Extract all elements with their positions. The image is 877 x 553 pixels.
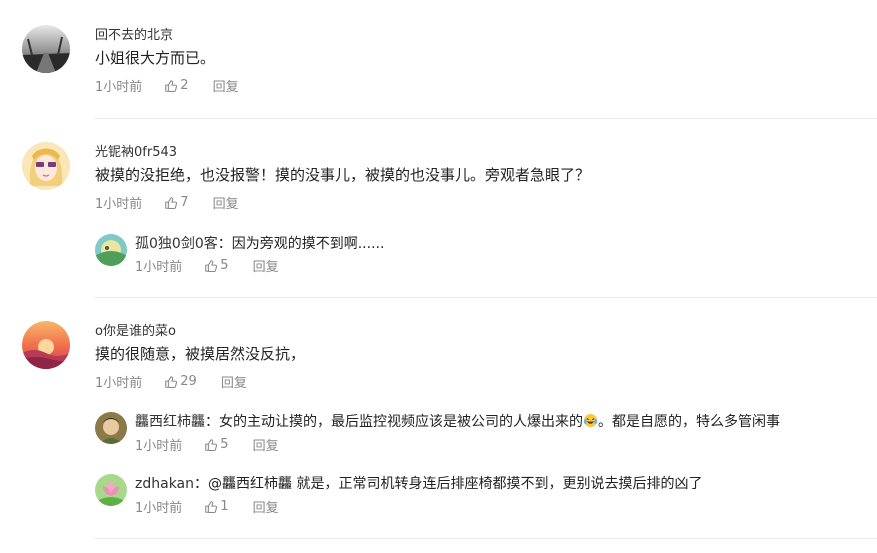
avatar-image [22, 321, 70, 369]
reply-line: 龘西红柿龘：女的主动让摸的，最后监控视频应该是被公司的人爆出来的 。都是自愿的，特… [135, 411, 780, 431]
like-count: 5 [220, 258, 229, 273]
comment-meta: 1小时前 2 回复 [95, 76, 239, 95]
like-button[interactable]: 1 [204, 499, 229, 514]
reply-meta: 1小时前 5 回复 [135, 256, 279, 275]
comment-text: 被摸的没拒绝，也没报警！摸的没事儿，被摸的也没事儿。旁观者急眼了？ [95, 166, 591, 184]
avatar-image [95, 474, 127, 506]
comment-time: 1小时前 [95, 376, 143, 391]
divider [94, 118, 877, 119]
like-button[interactable]: 5 [204, 437, 229, 452]
avatar[interactable] [22, 321, 70, 369]
like-button[interactable]: 7 [164, 195, 189, 210]
reply-separator: ： [205, 414, 219, 430]
reply-avatar[interactable] [95, 234, 127, 266]
reply-time: 1小时前 [135, 260, 183, 275]
reply-username[interactable]: zdhakan [135, 476, 194, 492]
thumbs-up-icon [205, 438, 218, 451]
like-button[interactable]: 29 [164, 374, 197, 389]
laughing-crying-emoji-icon [583, 413, 598, 428]
avatar-image [22, 142, 70, 190]
comment-username[interactable]: o你是谁的菜o [95, 320, 176, 339]
like-button[interactable]: 5 [204, 258, 229, 273]
reply-separator: ： [217, 236, 232, 252]
thumbs-up-icon [165, 196, 178, 209]
reply-button[interactable]: 回复 [253, 497, 279, 516]
comment-meta: 1小时前 29 回复 [95, 372, 247, 391]
reply-avatar[interactable] [95, 412, 127, 444]
like-count: 29 [180, 374, 197, 389]
comment-username[interactable]: 光铌衲0fr543 [95, 141, 177, 160]
reply-text-continued: 。都是自愿的，特么多管闲事 [598, 414, 780, 430]
reply-text: @龘西红柿龘 就是，正常司机转身连后排座椅都摸不到，更别说去摸后排的凶了 [208, 476, 703, 492]
reply-time: 1小时前 [135, 501, 183, 516]
like-button[interactable]: 2 [164, 78, 189, 93]
like-count: 2 [180, 78, 189, 93]
comment-time: 1小时前 [95, 197, 143, 212]
divider [94, 297, 877, 298]
like-count: 1 [220, 499, 229, 514]
divider [94, 538, 877, 539]
comment-time: 1小时前 [95, 80, 143, 95]
reply-username[interactable]: 孤0独0剑0客 [135, 236, 218, 252]
reply-button[interactable]: 回复 [213, 193, 239, 212]
thumbs-up-icon [205, 259, 218, 272]
reply-username[interactable]: 龘西红柿龘 [135, 414, 205, 430]
reply-button[interactable]: 回复 [253, 256, 279, 275]
reply-button[interactable]: 回复 [221, 372, 247, 391]
reply-meta: 1小时前 1 回复 [135, 497, 279, 516]
avatar-image [22, 25, 70, 73]
reply-time: 1小时前 [135, 439, 183, 454]
reply-button[interactable]: 回复 [213, 76, 239, 95]
avatar[interactable] [22, 25, 70, 73]
reply-line: zdhakan：@龘西红柿龘 就是，正常司机转身连后排座椅都摸不到，更别说去摸后… [135, 473, 702, 493]
reply-avatar[interactable] [95, 474, 127, 506]
thumbs-up-icon [165, 375, 178, 388]
avatar-image [95, 234, 127, 266]
reply-text: 因为旁观的摸不到啊...... [231, 236, 385, 252]
like-count: 5 [220, 437, 229, 452]
comment-text: 摸的很随意，被摸居然没反抗， [95, 345, 306, 363]
reply-text: 女的主动让摸的，最后监控视频应该是被公司的人爆出来的 [219, 414, 583, 430]
comment-text: 小姐很大方而已。 [95, 49, 216, 67]
thumbs-up-icon [165, 79, 178, 92]
reply-meta: 1小时前 5 回复 [135, 435, 279, 454]
reply-line: 孤0独0剑0客：因为旁观的摸不到啊...... [135, 233, 384, 253]
reply-button[interactable]: 回复 [253, 435, 279, 454]
reply-separator: ： [194, 476, 209, 492]
comment-meta: 1小时前 7 回复 [95, 193, 239, 212]
avatar[interactable] [22, 142, 70, 190]
comment-username[interactable]: 回不去的北京 [95, 24, 173, 43]
thumbs-up-icon [205, 500, 218, 513]
avatar-image [95, 412, 127, 444]
like-count: 7 [180, 195, 189, 210]
